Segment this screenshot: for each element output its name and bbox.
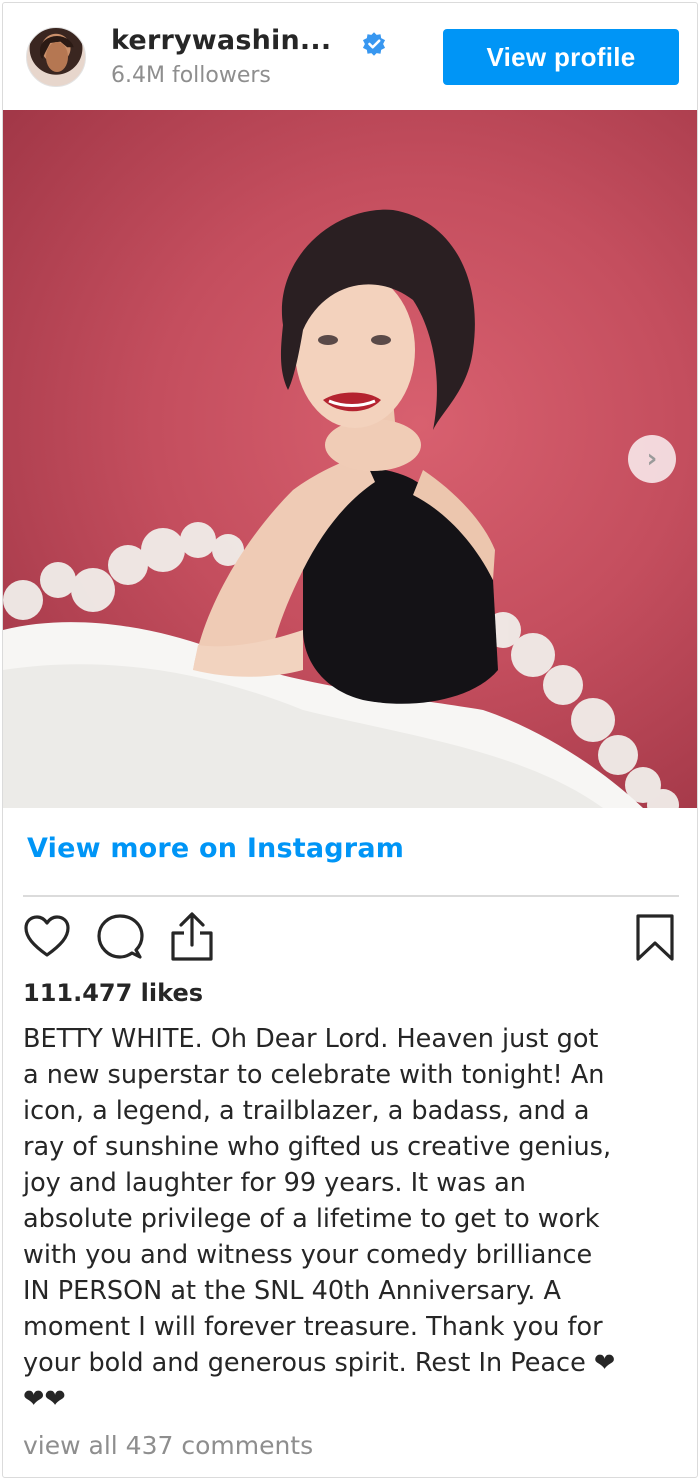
verified-badge-icon bbox=[362, 32, 386, 56]
bookmark-icon[interactable] bbox=[635, 913, 675, 963]
profile-avatar[interactable] bbox=[26, 27, 86, 87]
chevron-right-icon: › bbox=[646, 444, 658, 474]
post-photo[interactable]: › bbox=[3, 110, 697, 808]
follower-count: 6.4M followers bbox=[111, 63, 271, 88]
like-count: 111.477 likes bbox=[23, 979, 203, 1007]
comment-bubble-icon[interactable] bbox=[96, 913, 144, 961]
instagram-embed-card: kerrywashin... 6.4M followers View profi… bbox=[2, 2, 698, 1478]
divider bbox=[23, 895, 679, 897]
view-more-link[interactable]: View more on Instagram bbox=[27, 833, 404, 864]
view-comments-link[interactable]: view all 437 comments bbox=[23, 1431, 313, 1460]
post-header: kerrywashin... 6.4M followers View profi… bbox=[3, 3, 697, 110]
heart-icon[interactable] bbox=[23, 913, 71, 961]
next-photo-button[interactable]: › bbox=[628, 435, 676, 483]
view-profile-button[interactable]: View profile bbox=[443, 29, 679, 85]
username[interactable]: kerrywashin... bbox=[111, 25, 331, 56]
post-caption: BETTY WHITE. Oh Dear Lord. Heaven just g… bbox=[23, 1024, 616, 1414]
share-icon[interactable] bbox=[168, 911, 216, 963]
